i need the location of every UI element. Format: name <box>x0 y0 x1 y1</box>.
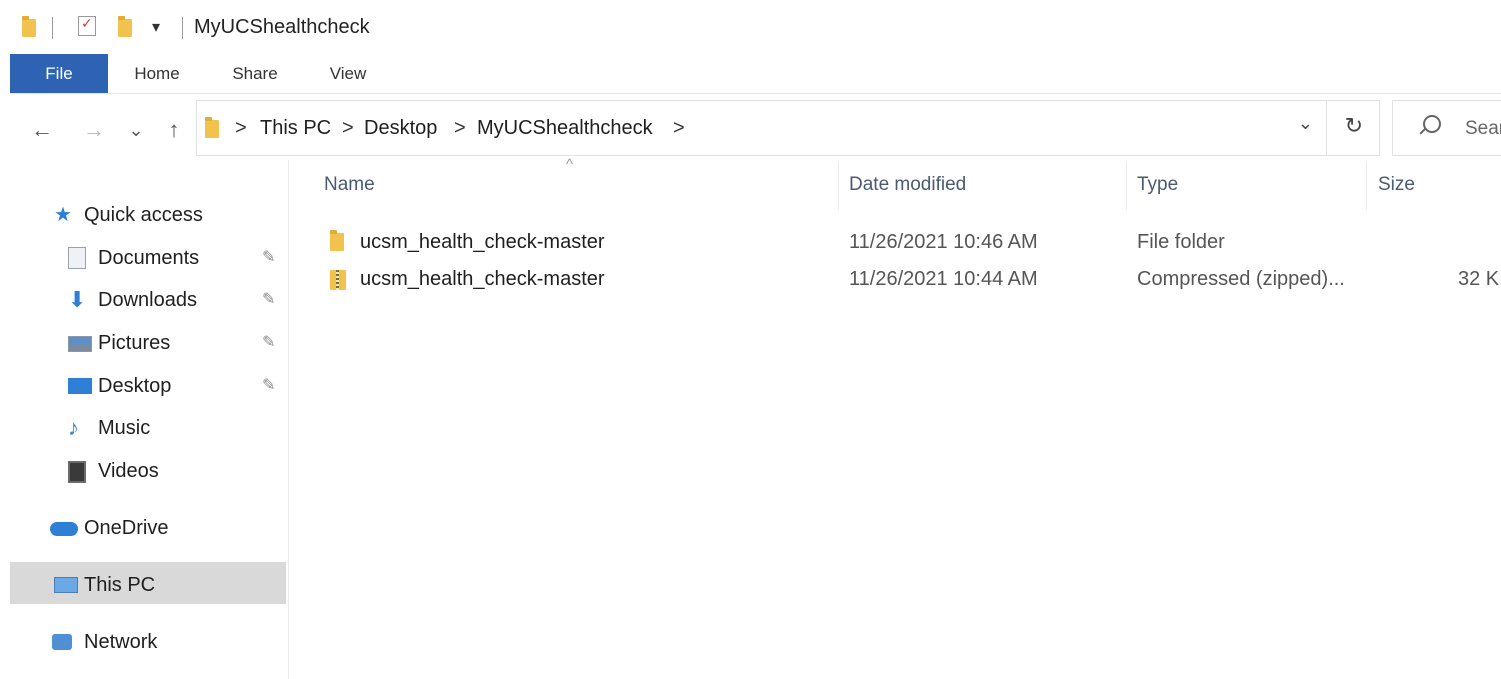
search-icon <box>1423 115 1441 133</box>
back-button[interactable]: ← <box>28 115 56 145</box>
onedrive-cloud-icon <box>50 522 78 536</box>
ribbon-divider <box>10 93 1501 94</box>
tab-share[interactable]: Share <box>220 54 290 93</box>
up-button[interactable]: ↑ <box>160 115 188 145</box>
desktop-icon <box>68 378 92 394</box>
address-divider <box>1326 101 1327 155</box>
file-name: ucsm_health_check-master <box>360 268 605 290</box>
nav-item-label: OneDrive <box>84 517 169 539</box>
documents-icon <box>68 247 86 269</box>
toolbar-separator <box>182 17 183 39</box>
column-header-size[interactable]: Size <box>1378 174 1415 196</box>
pin-icon: ✎ <box>262 249 276 266</box>
breadcrumb-separator[interactable]: > <box>454 117 466 140</box>
address-dropdown-button[interactable]: ⌄ <box>1298 113 1313 134</box>
toolbar-separator <box>52 17 53 39</box>
nav-item-downloads[interactable]: ⬇ Downloads ✎ <box>68 284 288 316</box>
file-row[interactable]: ucsm_health_check-master 11/26/2021 10:4… <box>300 262 1501 298</box>
file-name: ucsm_health_check-master <box>360 231 605 253</box>
search-input[interactable]: Sear <box>1465 118 1501 140</box>
file-date-modified: 11/26/2021 10:44 AM <box>849 268 1038 290</box>
pin-icon: ✎ <box>262 334 276 351</box>
network-icon <box>52 634 72 650</box>
properties-icon[interactable]: ✓ <box>78 15 96 36</box>
folder-icon <box>205 117 219 138</box>
breadcrumb-separator[interactable]: > <box>342 117 354 140</box>
column-divider[interactable] <box>1366 162 1367 210</box>
nav-item-label: This PC <box>84 574 156 596</box>
videos-icon <box>68 461 86 483</box>
column-header-name[interactable]: Name <box>324 174 375 196</box>
column-divider[interactable] <box>838 162 839 210</box>
breadcrumb-this-pc[interactable]: This PC <box>260 117 331 140</box>
nav-item-label: Music <box>98 417 151 439</box>
file-row[interactable]: ucsm_health_check-master 11/26/2021 10:4… <box>300 225 1501 261</box>
address-bar[interactable]: > This PC > Desktop > MyUCShealthcheck >… <box>196 100 1380 156</box>
breadcrumb-myucshealthcheck[interactable]: MyUCShealthcheck <box>477 117 653 140</box>
folder-icon <box>330 230 344 251</box>
breadcrumb-separator[interactable]: > <box>235 117 247 140</box>
sort-indicator-icon: ^ <box>566 156 574 173</box>
title-bar: ✓ ▾ MyUCShealthcheck <box>0 0 1501 52</box>
search-box[interactable]: Sear <box>1392 100 1501 156</box>
tab-view[interactable]: View <box>316 54 380 93</box>
nav-item-label: Pictures <box>98 332 171 354</box>
nav-item-label: Documents <box>98 247 200 269</box>
folder-icon <box>22 16 36 37</box>
nav-item-label: Quick access <box>84 204 203 226</box>
column-divider[interactable] <box>1126 162 1127 210</box>
nav-item-label: Downloads <box>98 289 197 311</box>
refresh-button[interactable]: ↻ <box>1345 113 1363 139</box>
recent-locations-button[interactable]: ⌄ <box>122 115 150 145</box>
nav-item-desktop[interactable]: Desktop ✎ <box>68 370 288 402</box>
forward-button[interactable]: → <box>80 115 108 145</box>
window-title: MyUCShealthcheck <box>194 16 370 38</box>
column-header-date-modified[interactable]: Date modified <box>849 174 966 196</box>
tab-home[interactable]: Home <box>122 54 192 93</box>
pin-icon: ✎ <box>262 377 276 394</box>
customize-toolbar-dropdown[interactable]: ▾ <box>152 17 160 37</box>
computer-icon <box>54 577 78 593</box>
tab-file[interactable]: File <box>10 54 108 93</box>
nav-item-label: Network <box>84 631 158 653</box>
navigation-pane: ★ Quick access Documents ✎ ⬇ Downloads ✎… <box>10 160 288 679</box>
breadcrumb-desktop[interactable]: Desktop <box>364 117 437 140</box>
nav-item-label: Desktop <box>98 375 172 397</box>
file-type: File folder <box>1137 231 1225 253</box>
music-icon: ♪ <box>68 415 79 440</box>
file-date-modified: 11/26/2021 10:46 AM <box>849 231 1038 253</box>
nav-item-label: Videos <box>98 460 159 482</box>
new-folder-icon[interactable] <box>118 16 132 37</box>
pictures-icon <box>68 336 92 352</box>
file-size: 32 K <box>1458 268 1500 290</box>
file-type: Compressed (zipped)... <box>1137 268 1345 290</box>
nav-item-pictures[interactable]: Pictures ✎ <box>68 327 288 359</box>
pin-icon: ✎ <box>262 291 276 308</box>
breadcrumb-separator[interactable]: > <box>673 117 685 140</box>
downloads-icon: ⬇ <box>68 287 87 312</box>
column-header-type[interactable]: Type <box>1137 174 1178 196</box>
star-icon: ★ <box>54 204 72 226</box>
ribbon-tabs: File Home Share View <box>10 54 1501 94</box>
nav-item-documents[interactable]: Documents ✎ <box>68 242 288 274</box>
navigation-pane-divider <box>288 160 289 679</box>
zip-folder-icon <box>330 270 346 290</box>
